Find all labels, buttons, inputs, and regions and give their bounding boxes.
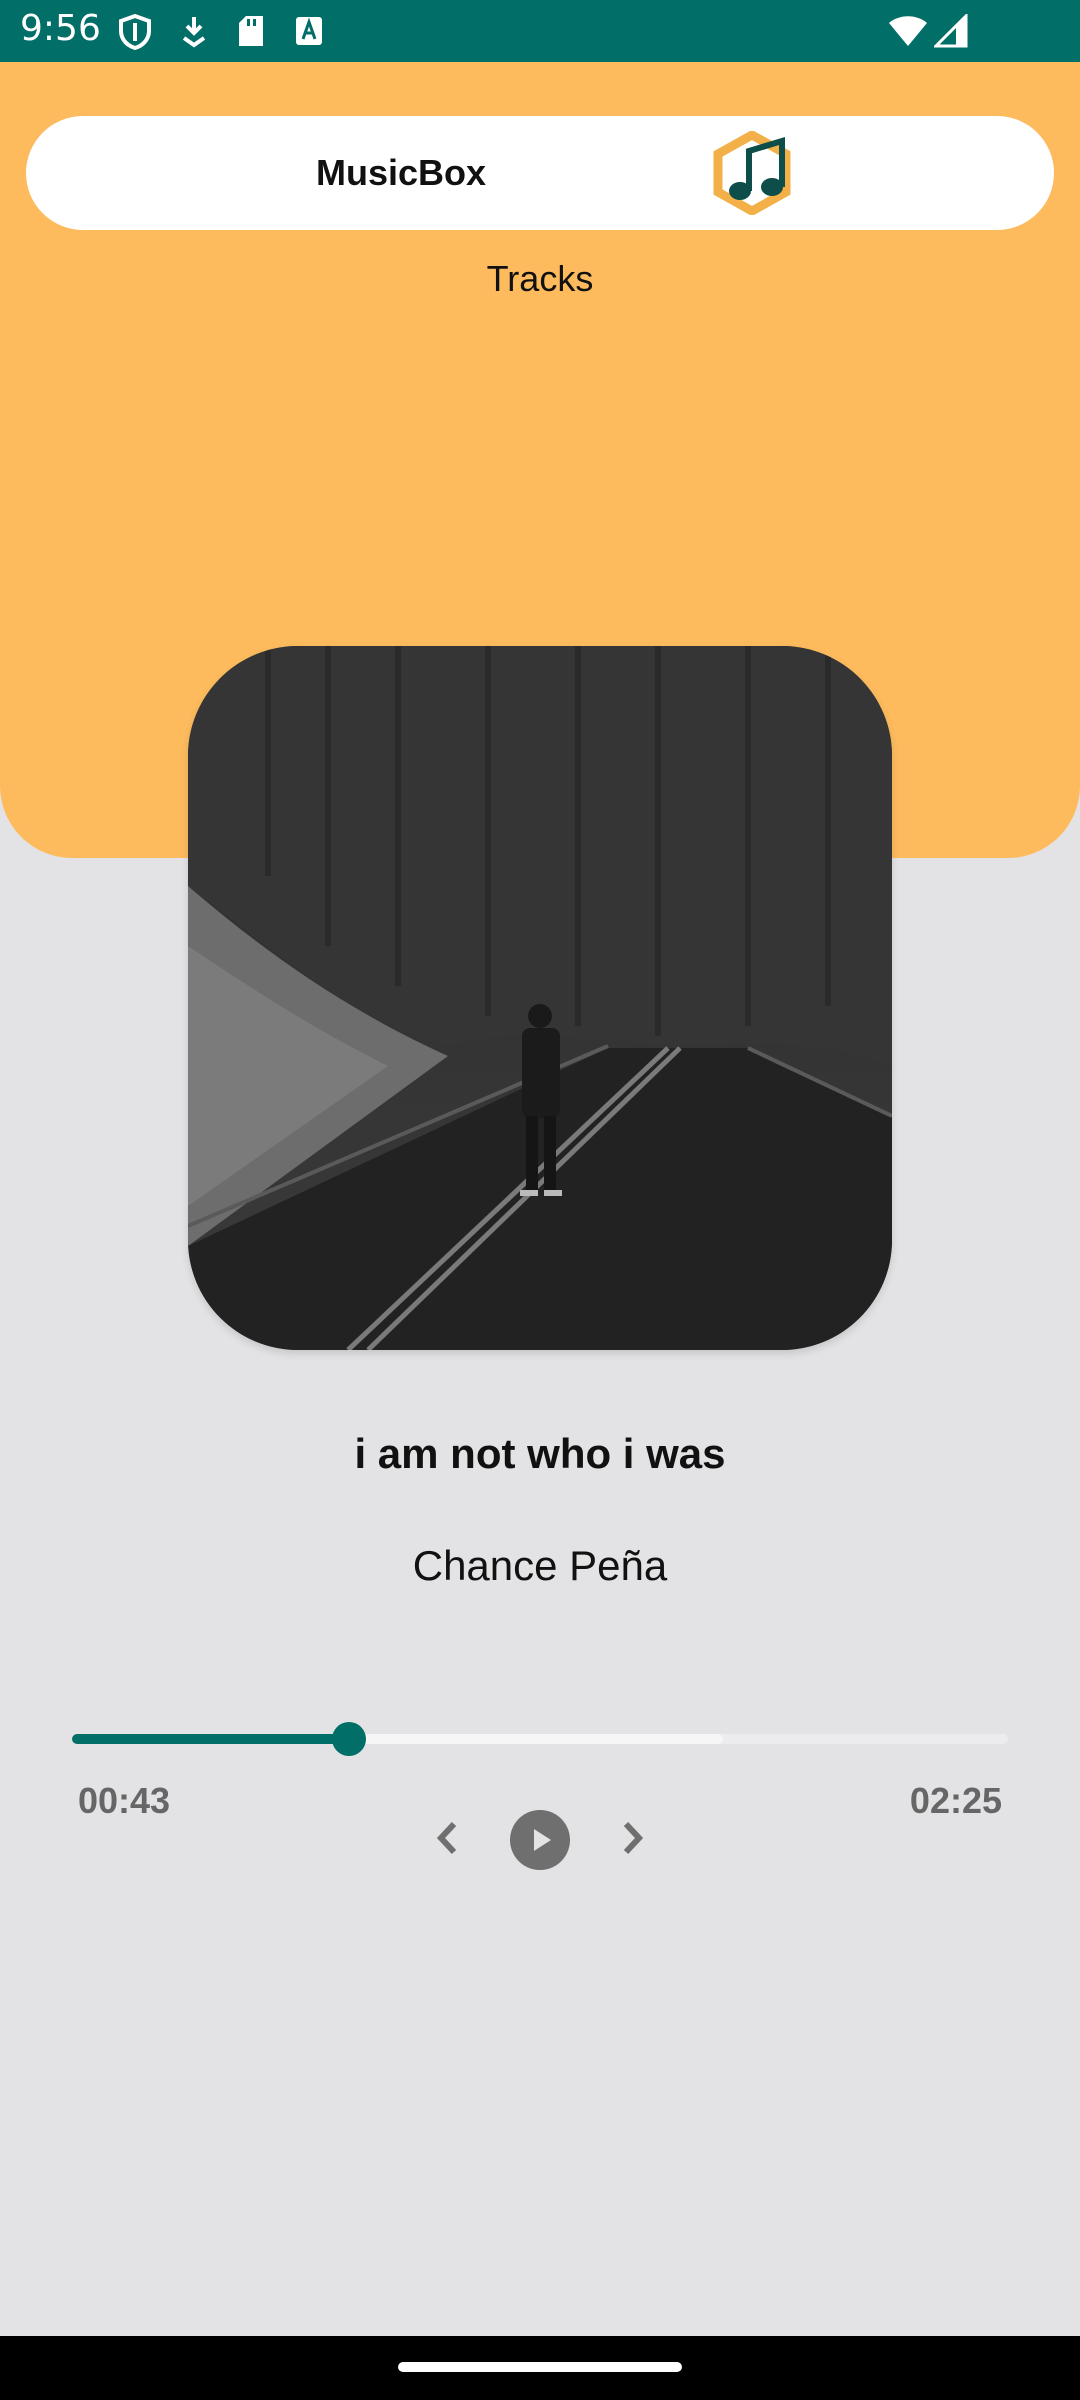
total-time: 02:25 [909,1780,1002,1821]
seek-bar[interactable] [72,1722,1008,1756]
play-button[interactable] [510,1810,570,1870]
sd-card-icon [239,16,263,46]
album-art [188,646,892,1350]
chevron-right-icon [623,1821,644,1855]
next-button[interactable] [608,1810,658,1866]
navigation-bar [0,2336,1080,2400]
app-bar: MusicBox [26,116,1054,230]
download-icon [182,17,206,48]
previous-button[interactable] [422,1810,472,1866]
track-artist: Chance Peña [412,1542,668,1589]
status-bar: 9:56 [0,0,1080,62]
page-subtitle: Tracks [486,258,594,299]
signal-icon [934,14,968,48]
wifi-icon [889,16,927,46]
album-cover-image [188,646,892,1350]
music-note-logo-icon [713,131,791,215]
app-title: MusicBox [315,152,487,193]
status-time: 9:56 [20,8,101,49]
shield-icon [119,14,151,50]
seek-thumb[interactable] [332,1722,367,1756]
chevron-left-icon [436,1821,457,1855]
track-title: i am not who i was [354,1430,726,1477]
keyboard-a-icon [296,17,322,45]
current-time: 00:43 [78,1780,171,1821]
seek-progress [72,1734,350,1744]
play-icon [534,1829,551,1851]
home-indicator[interactable] [398,2362,682,2372]
